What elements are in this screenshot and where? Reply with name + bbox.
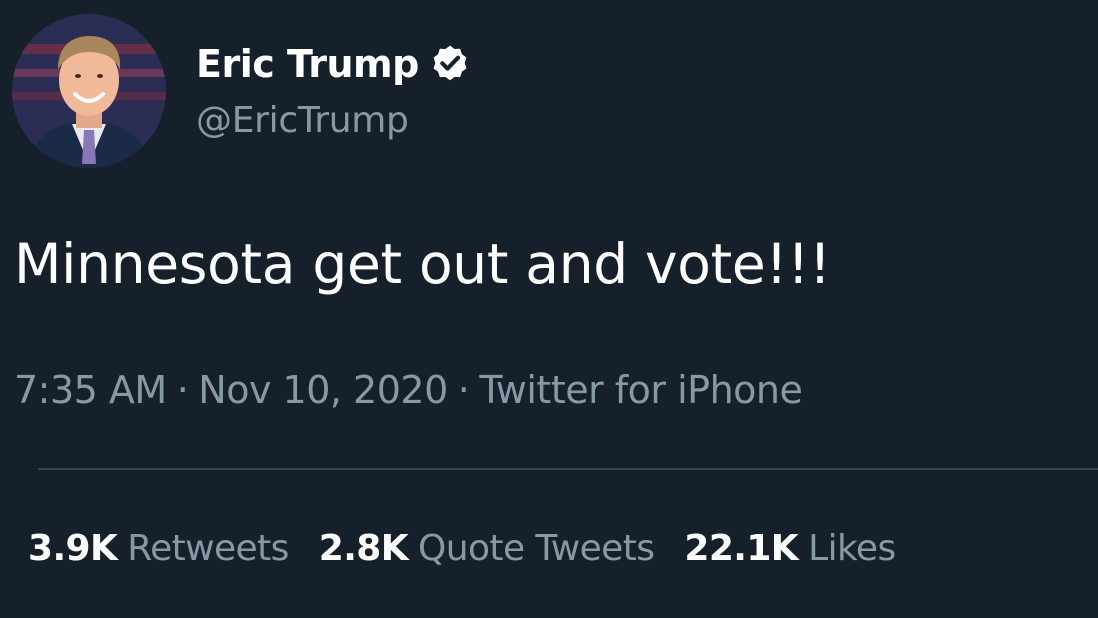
tweet-header: Eric Trump @EricTrump [12, 14, 471, 168]
avatar-image [12, 14, 166, 168]
tweet-card: Eric Trump @EricTrump Minnesota get out … [0, 0, 1098, 618]
quote-tweets-label: Quote Tweets [418, 528, 655, 569]
display-name[interactable]: Eric Trump [196, 42, 419, 86]
quote-tweets-count: 2.8K [318, 528, 409, 569]
tweet-time[interactable]: 7:35 AM [14, 368, 167, 412]
likes-stat[interactable]: 22.1K Likes [684, 528, 896, 569]
avatar[interactable] [12, 14, 166, 168]
author-handle[interactable]: @EricTrump [196, 100, 471, 141]
tweet-date[interactable]: Nov 10, 2020 [198, 368, 448, 412]
quote-tweets-stat[interactable]: 2.8K Quote Tweets [319, 528, 655, 569]
tweet-text: Minnesota get out and vote!!! [14, 232, 831, 296]
tweet-stats: 3.9K Retweets 2.8K Quote Tweets 22.1K Li… [28, 528, 896, 569]
retweets-count: 3.9K [28, 528, 118, 569]
tweet-meta: 7:35 AM · Nov 10, 2020 · Twitter for iPhone [14, 368, 803, 412]
display-name-row: Eric Trump [196, 36, 471, 92]
meta-separator: · [176, 368, 189, 412]
tweet-source[interactable]: Twitter for iPhone [479, 368, 803, 412]
author-names: Eric Trump @EricTrump [196, 36, 471, 141]
meta-separator: · [457, 368, 470, 412]
likes-label: Likes [808, 528, 896, 569]
divider [38, 468, 1098, 470]
retweets-stat[interactable]: 3.9K Retweets [28, 528, 289, 569]
likes-count: 22.1K [684, 528, 799, 569]
verified-badge-icon [429, 43, 471, 85]
retweets-label: Retweets [127, 528, 289, 569]
